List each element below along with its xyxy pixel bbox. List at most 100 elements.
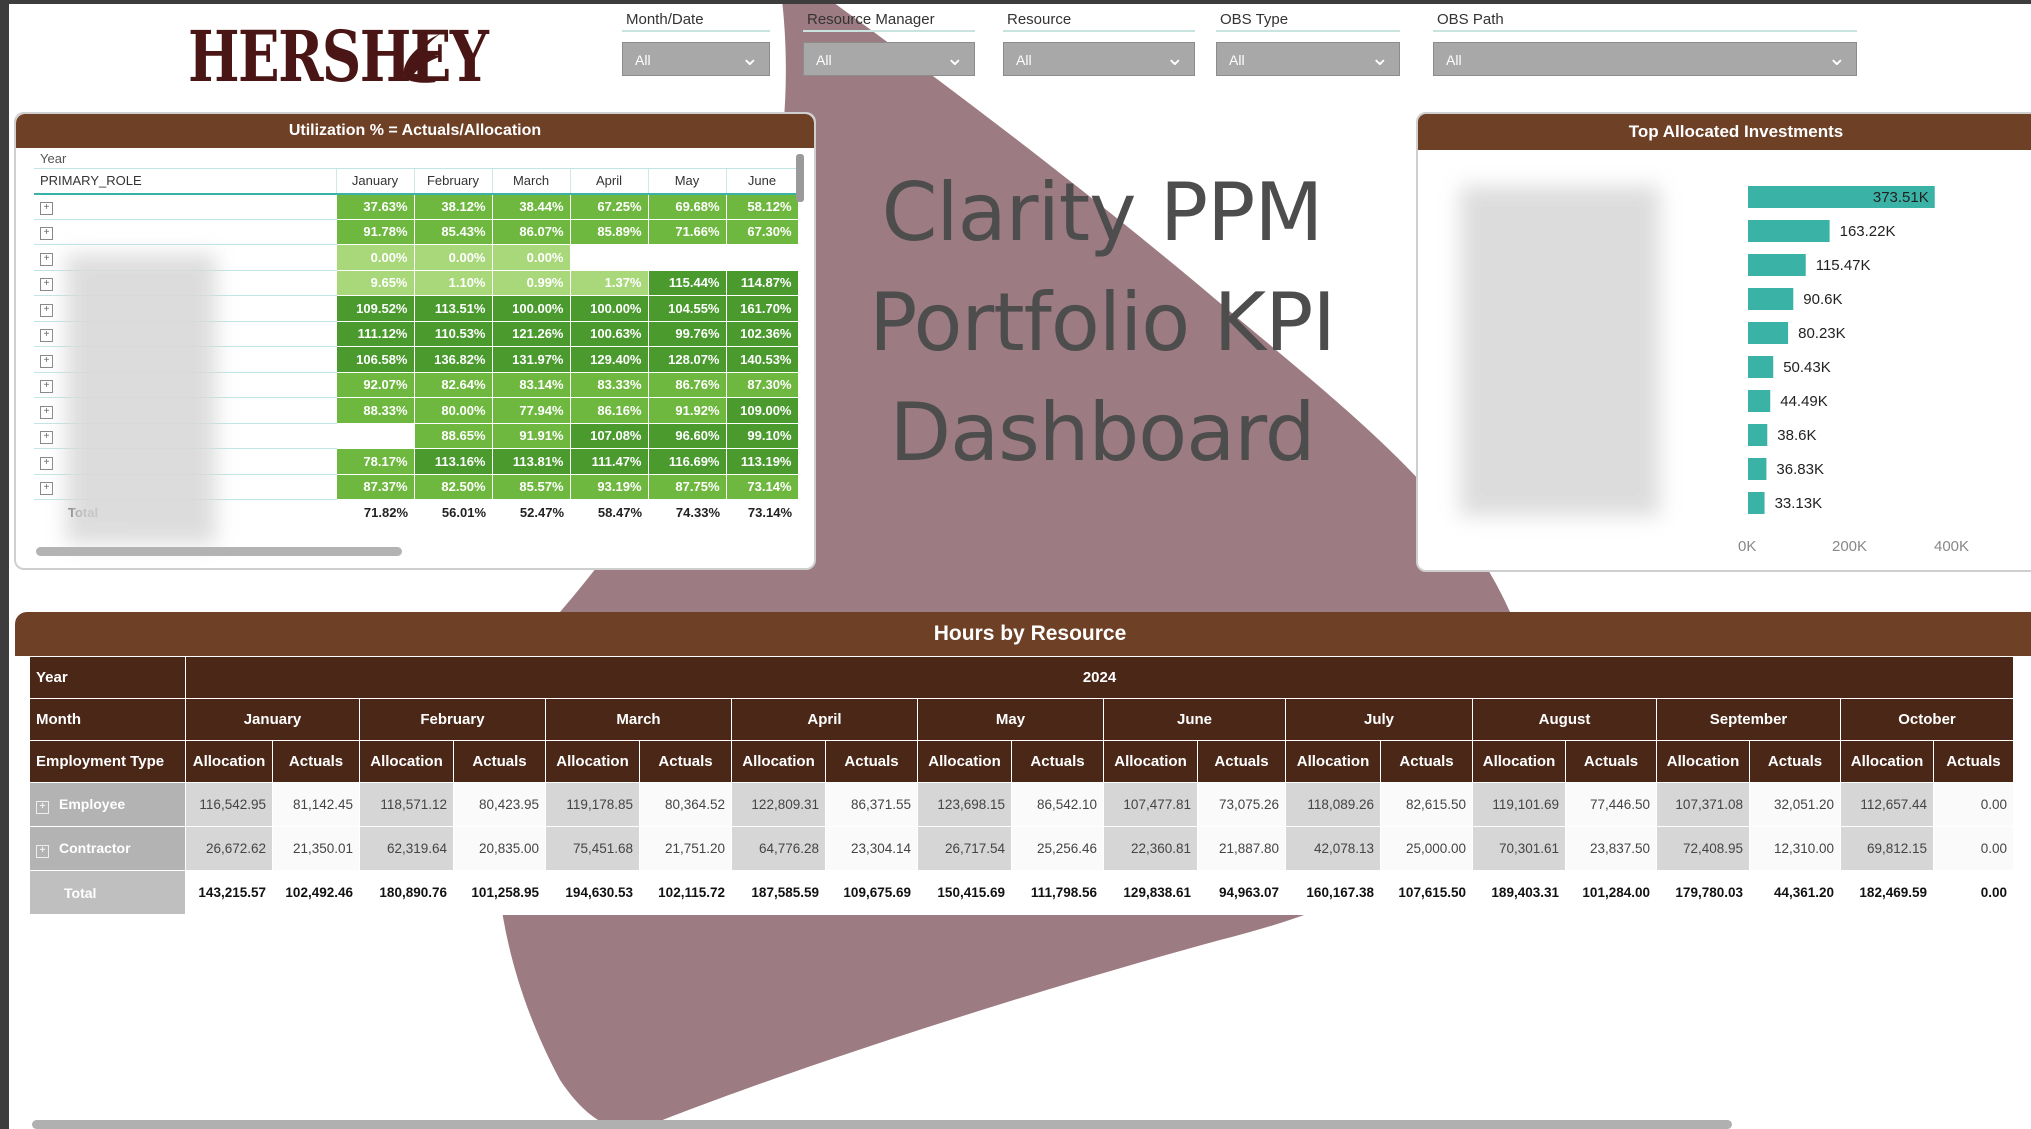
redacted-roles: [66, 254, 216, 544]
actuals-header[interactable]: Actuals: [825, 740, 918, 783]
kiss-icon: [403, 34, 442, 83]
utilization-cell: 102.36%: [725, 320, 799, 347]
filter-resource-manager-dropdown[interactable]: All ⌄: [803, 42, 975, 76]
actuals-header[interactable]: Actuals: [639, 740, 732, 783]
allocation-header[interactable]: Allocation: [731, 740, 826, 783]
actuals-header[interactable]: Actuals: [1565, 740, 1657, 783]
hours-horizontal-scrollbar[interactable]: [32, 1120, 1732, 1129]
utilization-cell: 83.33%: [569, 371, 649, 398]
expand-icon[interactable]: +: [36, 844, 49, 858]
investment-bar[interactable]: [1748, 288, 1794, 310]
row-label[interactable]: +: [34, 193, 336, 220]
column-header[interactable]: April: [570, 168, 649, 195]
allocation-header[interactable]: Allocation: [359, 740, 454, 783]
investment-bar[interactable]: [1748, 492, 1765, 514]
investment-bar[interactable]: [1748, 254, 1806, 276]
actuals-header[interactable]: Actuals: [1749, 740, 1841, 783]
allocation-cell: 70,301.61: [1472, 826, 1566, 871]
allocation-cell: 112,657.44: [1840, 782, 1934, 827]
expand-icon[interactable]: +: [40, 202, 53, 215]
investment-bar[interactable]: [1748, 390, 1771, 412]
year-value[interactable]: 2024: [185, 656, 2014, 699]
month-header[interactable]: July: [1285, 698, 1473, 741]
employment-type-label[interactable]: + Contractor: [29, 826, 186, 871]
total-cell: 129,838.61: [1103, 870, 1198, 915]
employment-type-label[interactable]: + Employee: [29, 782, 186, 827]
expand-icon[interactable]: +: [40, 278, 53, 292]
filter-label: Month/Date: [622, 10, 770, 32]
utilization-cell: 85.89%: [569, 218, 649, 245]
investment-bar[interactable]: [1748, 220, 1830, 242]
expand-icon[interactable]: +: [40, 380, 53, 394]
allocation-header[interactable]: Allocation: [545, 740, 640, 783]
utilization-cell: 38.44%: [491, 193, 571, 220]
allocation-header[interactable]: Allocation: [185, 740, 273, 783]
month-header[interactable]: August: [1472, 698, 1657, 741]
filter-obs-type-dropdown[interactable]: All ⌄: [1216, 42, 1400, 76]
allocation-header[interactable]: Allocation: [1840, 740, 1934, 783]
month-header[interactable]: April: [731, 698, 918, 741]
month-header[interactable]: September: [1656, 698, 1841, 741]
utilization-cell: 110.53%: [413, 320, 493, 347]
allocation-header[interactable]: Allocation: [1472, 740, 1566, 783]
investment-bar[interactable]: [1748, 322, 1789, 344]
filter-resource-dropdown[interactable]: All ⌄: [1003, 42, 1195, 76]
utilization-cell: 0.99%: [491, 269, 571, 296]
column-header[interactable]: February: [414, 168, 493, 195]
actuals-header[interactable]: Actuals: [1011, 740, 1104, 783]
investment-bar[interactable]: [1748, 356, 1774, 378]
column-header[interactable]: May: [648, 168, 727, 195]
column-header[interactable]: March: [492, 168, 571, 195]
axis-tick-0: 0K: [1738, 538, 1757, 555]
expand-icon[interactable]: +: [40, 405, 53, 419]
month-label: Month: [29, 698, 186, 741]
column-header[interactable]: June: [726, 168, 799, 195]
allocation-header[interactable]: Allocation: [1103, 740, 1198, 783]
actuals-header[interactable]: Actuals: [1197, 740, 1286, 783]
expand-icon[interactable]: +: [40, 431, 53, 445]
total-cell: 187,585.59: [731, 870, 826, 915]
blank-cell: [648, 150, 726, 169]
utilization-cell: 92.07%: [335, 371, 415, 398]
expand-icon[interactable]: +: [36, 800, 49, 814]
vertical-scrollbar[interactable]: [796, 154, 804, 202]
column-header[interactable]: January: [336, 168, 415, 195]
allocation-header[interactable]: Allocation: [1656, 740, 1750, 783]
actuals-header[interactable]: Actuals: [272, 740, 360, 783]
month-header[interactable]: February: [359, 698, 546, 741]
utilization-cell: 104.55%: [647, 295, 727, 322]
allocation-header[interactable]: Allocation: [917, 740, 1012, 783]
actuals-header[interactable]: Actuals: [1933, 740, 2014, 783]
allocation-cell: 75,451.68: [545, 826, 640, 871]
horizontal-scrollbar[interactable]: [36, 547, 402, 556]
month-header[interactable]: October: [1840, 698, 2014, 741]
total-cell: 73.14%: [747, 505, 792, 520]
row-label[interactable]: +: [34, 219, 336, 245]
table-row: + Contractor 26,672.62 21,350.01 62,319.64 20…: [29, 826, 2014, 871]
investment-bar[interactable]: [1748, 458, 1767, 480]
expand-icon[interactable]: +: [40, 354, 53, 368]
expand-icon[interactable]: +: [40, 329, 53, 343]
investment-bar[interactable]: [1748, 424, 1768, 446]
allocation-header[interactable]: Allocation: [1285, 740, 1381, 783]
bar-value-label: 80.23K: [1798, 325, 1846, 342]
expand-icon[interactable]: +: [40, 456, 53, 470]
employment-type-header[interactable]: Employment Type: [29, 740, 186, 783]
filter-obs-path-dropdown[interactable]: All ⌄: [1433, 42, 1857, 76]
expand-icon[interactable]: +: [40, 227, 53, 241]
actuals-header[interactable]: Actuals: [1380, 740, 1473, 783]
expand-icon[interactable]: +: [40, 303, 53, 317]
actuals-header[interactable]: Actuals: [453, 740, 546, 783]
month-header[interactable]: March: [545, 698, 732, 741]
total-cell: 0.00: [1933, 870, 2014, 915]
expand-icon[interactable]: +: [40, 482, 53, 496]
month-header[interactable]: June: [1103, 698, 1286, 741]
utilization-cell: 96.60%: [647, 422, 727, 449]
filter-month-date-dropdown[interactable]: All ⌄: [622, 42, 770, 76]
month-header[interactable]: May: [917, 698, 1104, 741]
row-header[interactable]: PRIMARY_ROLE: [34, 168, 337, 195]
total-cell: 109,675.69: [825, 870, 918, 915]
expand-icon[interactable]: +: [40, 252, 53, 266]
month-header[interactable]: January: [185, 698, 360, 741]
total-cell: 150,415.69: [917, 870, 1012, 915]
